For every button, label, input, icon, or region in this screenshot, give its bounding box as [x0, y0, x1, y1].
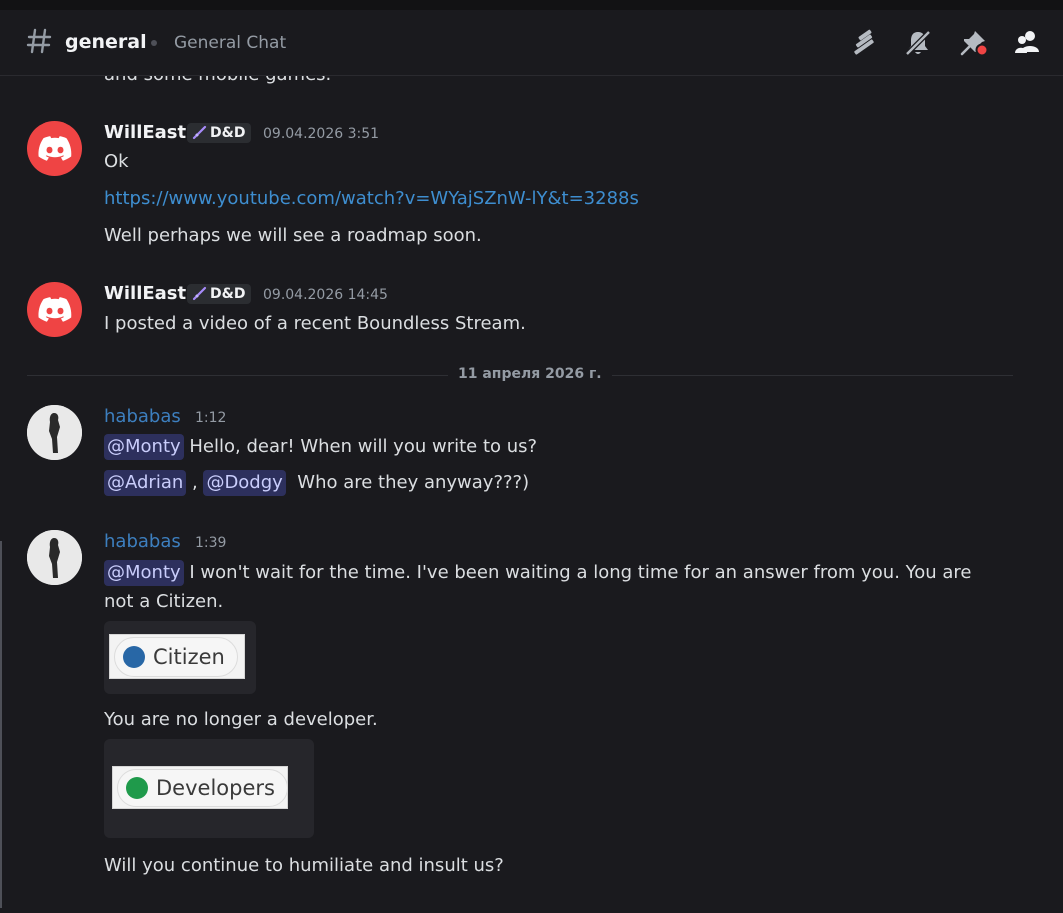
username[interactable]: hababas	[104, 406, 181, 427]
mention[interactable]: @Monty	[104, 560, 184, 586]
timestamp: 1:12	[195, 410, 227, 426]
user-photo	[27, 530, 82, 585]
message-text: Well perhaps we will see a roadmap soon.	[104, 225, 482, 246]
avatar[interactable]	[27, 121, 82, 176]
hash-icon	[26, 28, 52, 54]
role-color-dot	[123, 645, 145, 668]
channel-name: general	[65, 31, 147, 53]
threads-icon[interactable]	[849, 28, 879, 58]
timestamp: 09.04.2026 3:51	[263, 126, 380, 142]
timestamp: 1:39	[195, 535, 227, 551]
role-pill: Citizen	[114, 636, 238, 677]
user-tag-label: D&D	[210, 286, 246, 302]
username[interactable]: WillEast	[104, 283, 186, 304]
role-color-dot	[126, 776, 148, 799]
sword-icon	[192, 286, 207, 301]
role-screenshot: Developers	[112, 766, 288, 809]
avatar[interactable]	[27, 282, 82, 337]
user-tag-label: D&D	[210, 125, 246, 141]
header-separator	[151, 40, 157, 46]
channel-topic: General Chat	[174, 33, 287, 53]
mention[interactable]: @Monty	[104, 434, 184, 460]
sword-icon	[192, 125, 207, 140]
channel-header: general General Chat	[0, 10, 1063, 76]
mention[interactable]: @Dodgy	[203, 470, 286, 496]
members-icon[interactable]	[1013, 28, 1043, 58]
discord-logo-icon	[37, 135, 71, 161]
message-line: @Monty Hello, dear! When will you write …	[104, 434, 537, 460]
scroll-edge	[0, 541, 2, 908]
message-text: Will you continue to humiliate and insul…	[104, 855, 504, 876]
chat-window: general General Chat WillEast D&D 09.04.…	[0, 0, 1063, 913]
image-attachment[interactable]: Citizen	[104, 621, 256, 694]
role-screenshot: Citizen	[109, 634, 245, 679]
message-line: @Adrian , @Dodgy Who are they anyway???)	[104, 470, 529, 496]
message-line: @Monty I won't wait for the time. I've b…	[104, 560, 972, 586]
discord-logo-icon	[37, 296, 71, 322]
message-text: I won't wait for the time. I've been wai…	[183, 562, 972, 583]
message-text: Who are they anyway???)	[285, 472, 530, 493]
role-name: Citizen	[153, 644, 225, 669]
role-pill: Developers	[117, 768, 288, 807]
message-text: Hello, dear! When will you write to us?	[183, 436, 538, 457]
mute-bell-icon[interactable]	[903, 28, 933, 58]
message-text: Ok	[104, 151, 129, 172]
pin-icon[interactable]	[958, 28, 988, 58]
title-strip	[0, 0, 1063, 10]
mention[interactable]: @Adrian	[104, 470, 187, 496]
message-text: I posted a video of a recent Boundless S…	[104, 313, 526, 334]
username[interactable]: WillEast	[104, 122, 186, 143]
cutoff-message-text: and some mobile games.	[104, 76, 331, 85]
timestamp: 09.04.2026 14:45	[263, 287, 388, 303]
message-text: not a Citizen.	[104, 591, 224, 612]
avatar[interactable]	[27, 530, 82, 585]
message-list[interactable]: and some mobile games. WillEast D&D 09.0…	[0, 76, 1063, 913]
mention-separator: ,	[186, 472, 204, 493]
user-tag[interactable]: D&D	[187, 284, 252, 304]
user-photo	[27, 405, 82, 460]
date-divider-label: 11 апреля 2026 г.	[448, 366, 612, 382]
user-tag[interactable]: D&D	[187, 123, 252, 143]
username[interactable]: hababas	[104, 531, 181, 552]
message-text: You are no longer a developer.	[104, 709, 378, 730]
avatar[interactable]	[27, 405, 82, 460]
role-name: Developers	[156, 775, 275, 800]
image-attachment[interactable]: Developers	[104, 739, 314, 838]
message-link[interactable]: https://www.youtube.com/watch?v=WYajSZnW…	[104, 188, 639, 209]
